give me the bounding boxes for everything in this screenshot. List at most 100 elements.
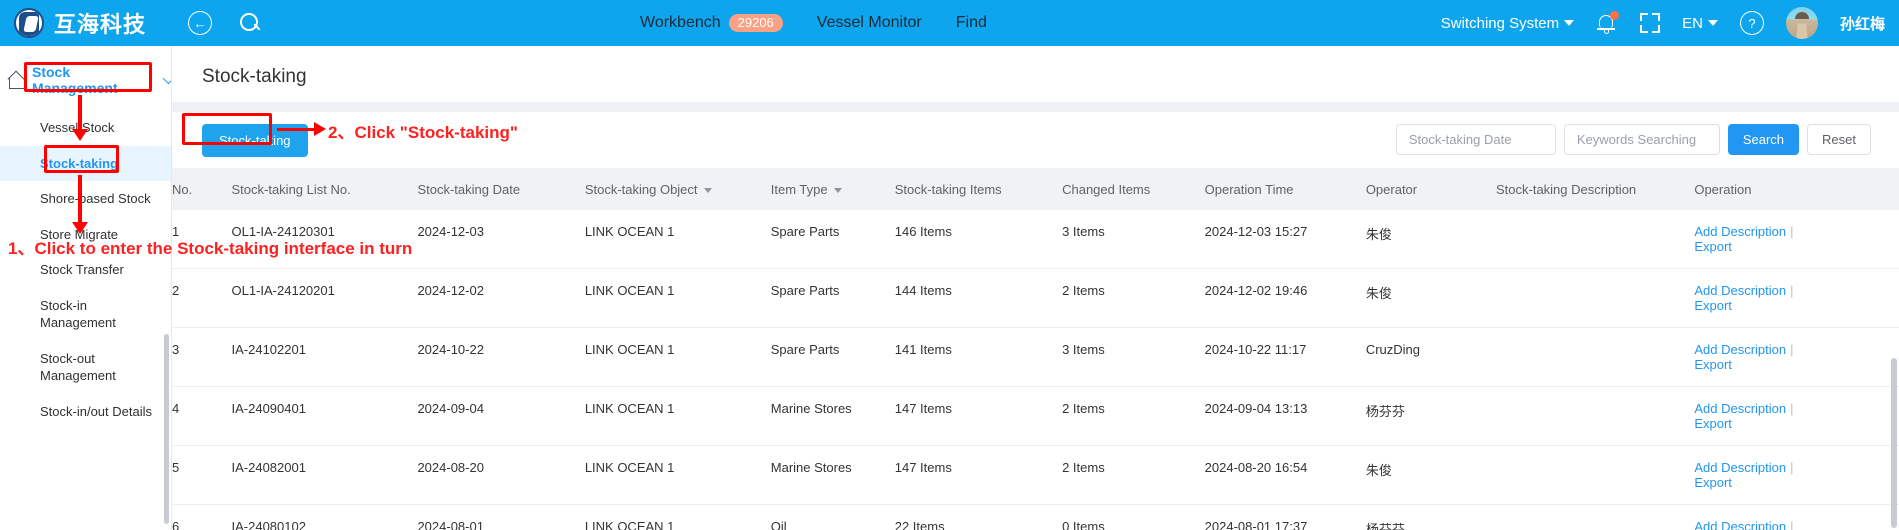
cell-date: 2024-10-22 bbox=[417, 327, 585, 387]
table-scrollbar[interactable] bbox=[1891, 358, 1897, 528]
sidebar-scrollbar[interactable] bbox=[164, 334, 169, 524]
cell-changed: 2 Items bbox=[1062, 268, 1205, 328]
sidebar-module-header[interactable]: Stock Management bbox=[0, 46, 171, 96]
avatar[interactable] bbox=[1785, 7, 1818, 39]
help-icon[interactable]: ? bbox=[1739, 11, 1764, 35]
language-selector[interactable]: EN bbox=[1682, 15, 1718, 32]
cell-operator: 杨芬芬 bbox=[1365, 504, 1496, 530]
switching-system-button[interactable]: Switching System bbox=[1440, 14, 1575, 32]
switching-system-label: Switching System bbox=[1440, 14, 1560, 32]
cell-operator: 朱俊 bbox=[1365, 268, 1496, 328]
cell-no: 6 bbox=[172, 504, 232, 530]
search-button[interactable]: Search bbox=[1727, 124, 1800, 155]
add-description-link[interactable]: Add Description bbox=[1694, 460, 1786, 475]
reset-button[interactable]: Reset bbox=[1807, 124, 1871, 155]
add-description-link[interactable]: Add Description bbox=[1694, 401, 1786, 416]
cell-operator: 朱俊 bbox=[1365, 210, 1496, 269]
username-label: 孙红梅 bbox=[1839, 15, 1885, 33]
stock-taking-date-input[interactable] bbox=[1395, 124, 1556, 155]
nav-find[interactable]: Find bbox=[956, 14, 987, 32]
cell-op-time: 2024-10-22 11:17 bbox=[1204, 327, 1366, 387]
home-icon[interactable] bbox=[8, 72, 26, 89]
header-right: Switching System EN ? 孙红梅 bbox=[1441, 0, 1885, 46]
cell-operation: Add Description| Export bbox=[1694, 504, 1899, 530]
stock-taking-button[interactable]: Stock-taking bbox=[202, 123, 308, 157]
nav-workbench-label: Workbench bbox=[640, 14, 721, 31]
nav-workbench[interactable]: Workbench 29206 bbox=[640, 14, 783, 32]
cell-items: 147 Items bbox=[894, 445, 1063, 505]
sidebar-item-stock-transfer[interactable]: Stock Transfer bbox=[0, 252, 171, 288]
sidebar-item-stock-in-management[interactable]: Stock-in Management bbox=[0, 288, 171, 341]
cell-operator: 杨芬芬 bbox=[1365, 386, 1496, 446]
cell-no: 3 bbox=[172, 327, 232, 387]
cell-list-no: IA-24090401 bbox=[231, 386, 418, 446]
sidebar-item-shore-based-stock[interactable]: Shore-based Stock bbox=[0, 181, 171, 217]
cell-item-type: Spare Parts bbox=[770, 210, 895, 269]
cell-op-time: 2024-08-20 16:54 bbox=[1204, 445, 1366, 505]
th-object[interactable]: Stock-taking Object bbox=[584, 168, 771, 210]
app-root: 互海科技 ← Workbench 29206 Vessel Monitor Fi… bbox=[0, 0, 1899, 530]
table-row[interactable]: 3 IA-24102201 2024-10-22 LINK OCEAN 1 Sp… bbox=[172, 327, 1899, 387]
cell-operation: Add Description| Export bbox=[1694, 210, 1899, 269]
th-no: No. bbox=[172, 168, 232, 210]
sidebar: Stock Management Vessel Stock Stock-taki… bbox=[0, 46, 172, 530]
th-item-type[interactable]: Item Type bbox=[770, 168, 895, 210]
cell-no: 2 bbox=[172, 268, 232, 328]
export-link[interactable]: Export bbox=[1694, 357, 1732, 372]
language-label: EN bbox=[1682, 14, 1703, 32]
table-row[interactable]: 4 IA-24090401 2024-09-04 LINK OCEAN 1 Ma… bbox=[172, 386, 1899, 446]
th-operator: Operator bbox=[1365, 168, 1496, 210]
cell-item-type: Spare Parts bbox=[770, 268, 895, 328]
cell-item-type: Spare Parts bbox=[770, 327, 895, 387]
add-description-link[interactable]: Add Description bbox=[1694, 519, 1786, 530]
export-link[interactable]: Export bbox=[1694, 416, 1732, 431]
sidebar-item-stock-in-out-details[interactable]: Stock-in/out Details bbox=[0, 394, 171, 430]
export-link[interactable]: Export bbox=[1694, 475, 1732, 490]
export-link[interactable]: Export bbox=[1694, 298, 1732, 313]
cell-item-type: Marine Stores bbox=[770, 445, 895, 505]
cell-operation: Add Description| Export bbox=[1694, 327, 1899, 387]
cell-description bbox=[1495, 210, 1695, 269]
table-row[interactable]: 2 OL1-IA-24120201 2024-12-02 LINK OCEAN … bbox=[172, 268, 1899, 328]
cell-items: 147 Items bbox=[894, 386, 1063, 446]
cell-items: 22 Items bbox=[894, 504, 1063, 530]
nav-vessel-monitor[interactable]: Vessel Monitor bbox=[817, 14, 922, 32]
cell-item-type: Marine Stores bbox=[770, 386, 895, 446]
back-arrow-icon[interactable]: ← bbox=[188, 11, 213, 35]
export-link[interactable]: Export bbox=[1694, 239, 1732, 254]
table-row[interactable]: 1 OL1-IA-24120301 2024-12-03 LINK OCEAN … bbox=[172, 210, 1899, 269]
cell-changed: 0 Items bbox=[1062, 504, 1205, 530]
sidebar-module-selector[interactable]: Stock Management bbox=[32, 64, 171, 96]
search-icon[interactable] bbox=[238, 11, 262, 35]
add-description-link[interactable]: Add Description bbox=[1694, 224, 1786, 239]
chevron-down-icon bbox=[1707, 20, 1718, 26]
sidebar-item-vessel-stock[interactable]: Vessel Stock bbox=[0, 110, 171, 146]
cell-op-time: 2024-12-03 15:27 bbox=[1204, 210, 1366, 269]
fullscreen-icon[interactable] bbox=[1640, 13, 1661, 33]
keywords-search-input[interactable] bbox=[1563, 124, 1720, 155]
cell-op-time: 2024-08-01 17:37 bbox=[1204, 504, 1366, 530]
toolbar: Stock-taking Search Reset bbox=[172, 112, 1899, 168]
cell-list-no: IA-24082001 bbox=[231, 445, 418, 505]
th-date: Stock-taking Date bbox=[417, 168, 585, 210]
th-changed-items: Changed Items bbox=[1062, 168, 1205, 210]
cell-object: LINK OCEAN 1 bbox=[584, 504, 771, 530]
cell-operator: CruzDing bbox=[1365, 327, 1496, 387]
add-description-link[interactable]: Add Description bbox=[1694, 342, 1786, 357]
add-description-link[interactable]: Add Description bbox=[1694, 283, 1786, 298]
cell-description bbox=[1495, 445, 1695, 505]
sidebar-item-stock-out-management[interactable]: Stock-out Management bbox=[0, 341, 171, 394]
body: Stock Management Vessel Stock Stock-taki… bbox=[0, 46, 1899, 530]
table-row[interactable]: 5 IA-24082001 2024-08-20 LINK OCEAN 1 Ma… bbox=[172, 445, 1899, 505]
sidebar-item-stock-taking[interactable]: Stock-taking bbox=[0, 145, 171, 182]
notification-bell-icon[interactable] bbox=[1596, 11, 1620, 35]
cell-object: LINK OCEAN 1 bbox=[584, 327, 771, 387]
cell-description bbox=[1495, 327, 1695, 387]
cell-list-no: IA-24080102 bbox=[231, 504, 418, 530]
table-row[interactable]: 6 IA-24080102 2024-08-01 LINK OCEAN 1 Oi… bbox=[172, 504, 1899, 530]
search-controls: Search Reset bbox=[1395, 124, 1871, 155]
cell-no: 5 bbox=[172, 445, 232, 505]
brand[interactable]: 互海科技 bbox=[0, 7, 146, 39]
sidebar-menu: Vessel Stock Stock-taking Shore-based St… bbox=[0, 110, 171, 429]
sidebar-item-store-migrate[interactable]: Store Migrate bbox=[0, 217, 171, 253]
